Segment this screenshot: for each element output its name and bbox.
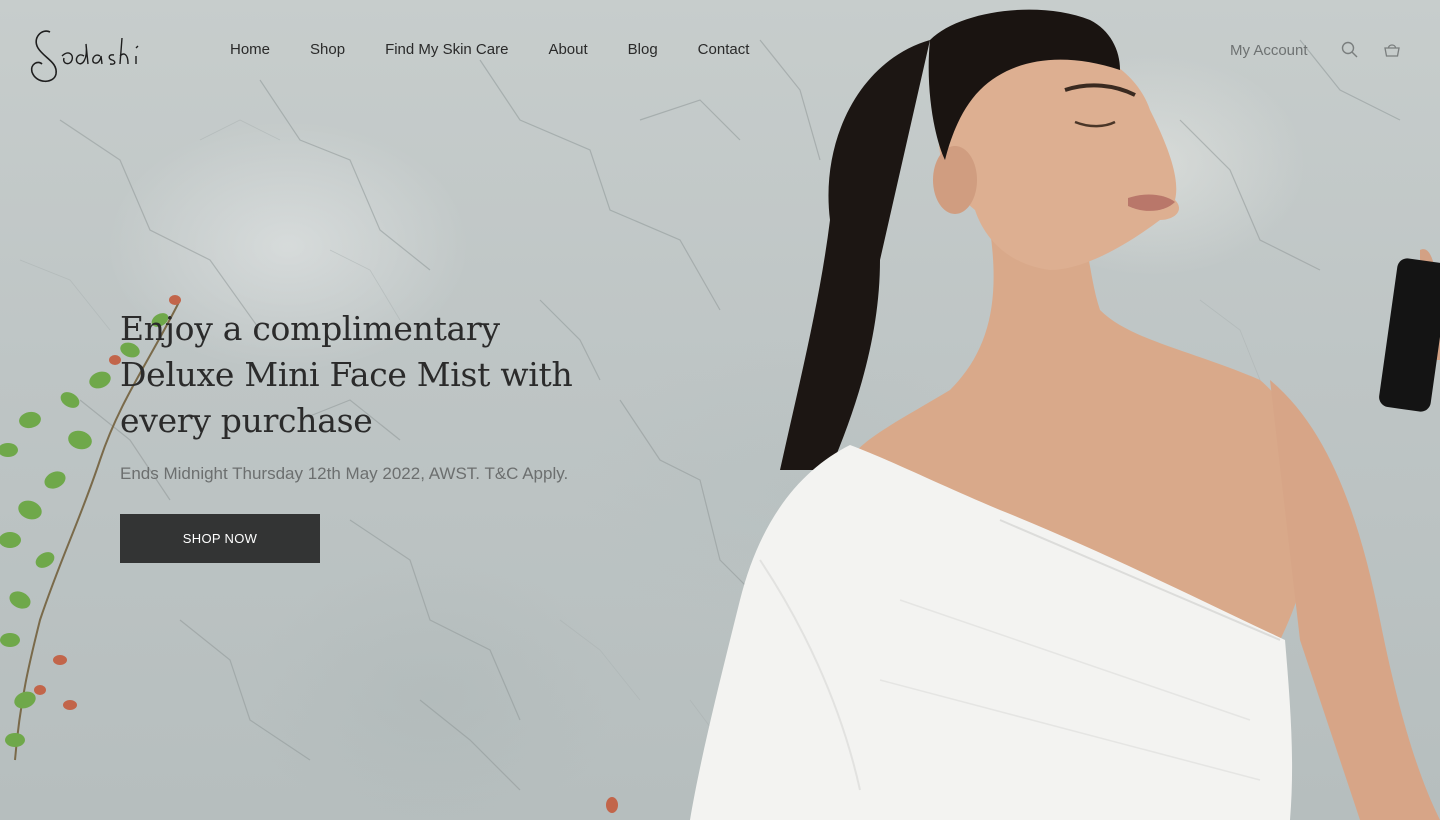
product-bottle <box>1379 258 1440 412</box>
nav-item-about[interactable]: About <box>548 41 587 58</box>
my-account-link[interactable]: My Account <box>1230 42 1308 59</box>
brand-logo[interactable] <box>28 26 168 86</box>
nav-item-home[interactable]: Home <box>230 41 270 58</box>
hero-page: Home Shop Find My Skin Care About Blog C… <box>0 0 1440 820</box>
basket-icon <box>1384 44 1400 57</box>
shop-now-button[interactable]: Shop Now <box>120 514 320 563</box>
nav-item-blog[interactable]: Blog <box>628 41 658 58</box>
nav-item-find-my-skin-care[interactable]: Find My Skin Care <box>385 41 508 58</box>
hero-content: Enjoy a complimentary Deluxe Mini Face M… <box>120 306 620 563</box>
hero-subtitle: Ends Midnight Thursday 12th May 2022, AW… <box>120 464 569 483</box>
nav-item-shop[interactable]: Shop <box>310 41 345 58</box>
site-header: Home Shop Find My Skin Care About Blog C… <box>0 0 1440 100</box>
model-figure <box>690 9 1440 820</box>
nav-item-contact[interactable]: Contact <box>698 41 750 58</box>
search-button[interactable] <box>1340 40 1360 60</box>
main-nav: Home Shop Find My Skin Care About Blog C… <box>230 41 749 58</box>
cart-button[interactable] <box>1382 40 1402 60</box>
hero-title: Enjoy a complimentary Deluxe Mini Face M… <box>120 309 573 440</box>
search-icon <box>1341 41 1358 58</box>
